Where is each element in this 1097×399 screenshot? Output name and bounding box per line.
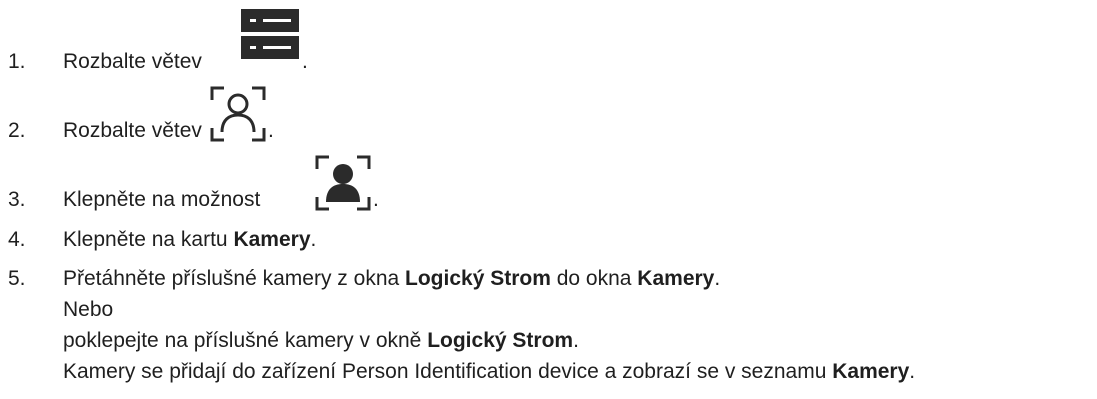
server-list-icon xyxy=(241,9,299,59)
logical-tree-term: Logický Strom xyxy=(405,267,551,290)
person-identification-filled-icon xyxy=(315,155,371,211)
step-text: Rozbalte větev xyxy=(63,50,202,73)
logical-tree-term: Logický Strom xyxy=(427,329,574,352)
kamery-list-term: Kamery xyxy=(832,360,910,383)
kamery-window-term: Kamery xyxy=(637,267,715,290)
step-1-period: . xyxy=(302,50,308,73)
step-text: Přetáhněte příslušné kamery z okna Logic… xyxy=(63,267,721,290)
person-identification-outline-icon xyxy=(210,86,266,142)
step-number: 3. xyxy=(8,188,26,211)
step-number: 5. xyxy=(8,267,26,290)
step-number: 1. xyxy=(8,50,26,73)
kamery-tab-term: Kamery xyxy=(233,228,311,251)
or-label: Nebo xyxy=(63,298,114,321)
step-number: 2. xyxy=(8,119,26,142)
step-2-period: . xyxy=(268,119,274,142)
step-text: Klepněte na kartu Kamery. xyxy=(63,228,317,251)
result-text: Kamery se přidají do zařízení Person Ide… xyxy=(63,360,916,383)
step-text: Klepněte na možnost xyxy=(63,188,261,211)
alternative-instruction: poklepejte na příslušné kamery v okně Lo… xyxy=(63,329,579,352)
step-number: 4. xyxy=(8,228,26,251)
step-3-period: . xyxy=(373,188,379,211)
step-text: Rozbalte větev xyxy=(63,119,202,142)
